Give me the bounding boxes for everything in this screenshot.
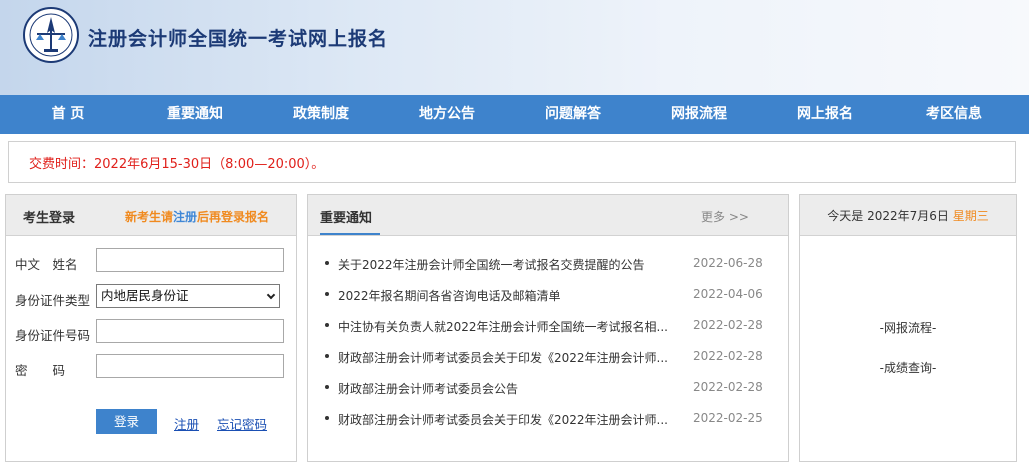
today-date-text: 今天是 2022年7月6日 [827,209,949,223]
id-number-input[interactable] [96,319,284,343]
news-item[interactable]: 关于2022年注册会计师全国统一考试报名交费提醒的公告 2022-06-28 [308,253,788,275]
name-input[interactable] [96,248,284,272]
process-link[interactable]: -网报流程- [800,319,1016,336]
id-type-label: 身份证件类型 [15,293,91,308]
info-panel: 今天是 2022年7月6日 星期三 -网报流程- -成绩查询- [799,194,1017,462]
nav-faq[interactable]: 问题解答 [545,95,601,134]
bullet-icon [325,261,329,265]
news-item[interactable]: 2022年报名期间各省咨询电话及邮箱清单 2022-04-06 [308,284,788,306]
login-title: 考生登录 [23,211,76,226]
today-date: 今天是 2022年7月6日 星期三 [800,207,1016,224]
news-item-title[interactable]: 财政部注册会计师考试委员会公告 [338,380,673,397]
id-number-label: 身份证件号码 [15,328,91,343]
nav-notices[interactable]: 重要通知 [167,95,223,134]
news-item-date: 2022-04-06 [693,287,763,301]
payment-notice: 交费时间：2022年6月15-30日（8:00—20:00）。 [8,141,1016,183]
news-title: 重要通知 [320,211,373,226]
info-panel-header: 今天是 2022年7月6日 星期三 [800,195,1016,236]
score-query-link[interactable]: -成绩查询- [800,359,1016,376]
id-type-select[interactable]: 内地居民身份证 [96,284,280,308]
chevron-down-icon [266,290,276,300]
password-input[interactable] [96,354,284,378]
login-panel: 考生登录 新考生请注册后再登录报名 中文 姓名 身份证件类型 内地居民身份证 身… [5,194,297,462]
login-button[interactable]: 登录 [96,409,157,434]
nav-exam-areas[interactable]: 考区信息 [926,95,982,134]
news-panel-header: 重要通知 更多 >> [308,195,788,236]
news-title-underline [320,233,380,235]
register-link[interactable]: 注册 [174,414,199,433]
news-panel: 重要通知 更多 >> 关于2022年注册会计师全国统一考试报名交费提醒的公告 2… [307,194,789,462]
news-item-title[interactable]: 2022年报名期间各省咨询电话及邮箱清单 [338,287,673,304]
forgot-password-link[interactable]: 忘记密码 [217,414,267,433]
login-panel-header: 考生登录 新考生请注册后再登录报名 [6,195,296,236]
bullet-icon [325,292,329,296]
news-item-title[interactable]: 关于2022年注册会计师全国统一考试报名交费提醒的公告 [338,256,673,273]
register-hint: 新考生请注册后再登录报名 [125,208,269,225]
news-item[interactable]: 财政部注册会计师考试委员会公告 2022-02-28 [308,377,788,399]
nav-local-notices[interactable]: 地方公告 [419,95,475,134]
payment-notice-text: 交费时间：2022年6月15-30日（8:00—20:00）。 [29,157,325,172]
news-item-date: 2022-06-28 [693,256,763,270]
news-item[interactable]: 财政部注册会计师考试委员会关于印发《2022年注册会计师... 2022-02-… [308,408,788,430]
name-label: 中文 姓名 [15,257,78,272]
header-banner: 注册会计师全国统一考试网上报名 [0,0,1029,95]
weekday: 星期三 [952,209,989,223]
nav-policies[interactable]: 政策制度 [293,95,349,134]
nav-home[interactable]: 首 页 [52,95,85,134]
news-item-date: 2022-02-28 [693,349,763,363]
news-more-link[interactable]: 更多 >> [701,208,749,225]
news-item[interactable]: 中注协有关负责人就2022年注册会计师全国统一考试报名相... 2022-02-… [308,315,788,337]
id-type-selected: 内地居民身份证 [101,288,189,303]
news-item-date: 2022-02-28 [693,380,763,394]
nav-register[interactable]: 网上报名 [797,95,853,134]
nav-process[interactable]: 网报流程 [671,95,727,134]
bullet-icon [325,323,329,327]
register-hint-prefix: 新考生请 [125,210,174,224]
password-label: 密 码 [15,363,66,378]
bullet-icon [325,354,329,358]
news-item[interactable]: 财政部注册会计师考试委员会关于印发《2022年注册会计师... 2022-02-… [308,346,788,368]
news-item-date: 2022-02-25 [693,411,763,425]
news-item-title[interactable]: 财政部注册会计师考试委员会关于印发《2022年注册会计师... [338,411,673,428]
site-title: 注册会计师全国统一考试网上报名 [88,28,389,50]
cicpa-emblem-icon [23,7,79,63]
news-item-date: 2022-02-28 [693,318,763,332]
main-nav: 首 页 重要通知 政策制度 地方公告 问题解答 网报流程 网上报名 考区信息 [0,95,1029,134]
bullet-icon [325,416,329,420]
bullet-icon [325,385,329,389]
register-hint-link[interactable]: 注册 [173,210,197,224]
news-item-title[interactable]: 财政部注册会计师考试委员会关于印发《2022年注册会计师... [338,349,673,366]
register-hint-suffix: 后再登录报名 [197,210,270,224]
news-item-title[interactable]: 中注协有关负责人就2022年注册会计师全国统一考试报名相... [338,318,673,335]
